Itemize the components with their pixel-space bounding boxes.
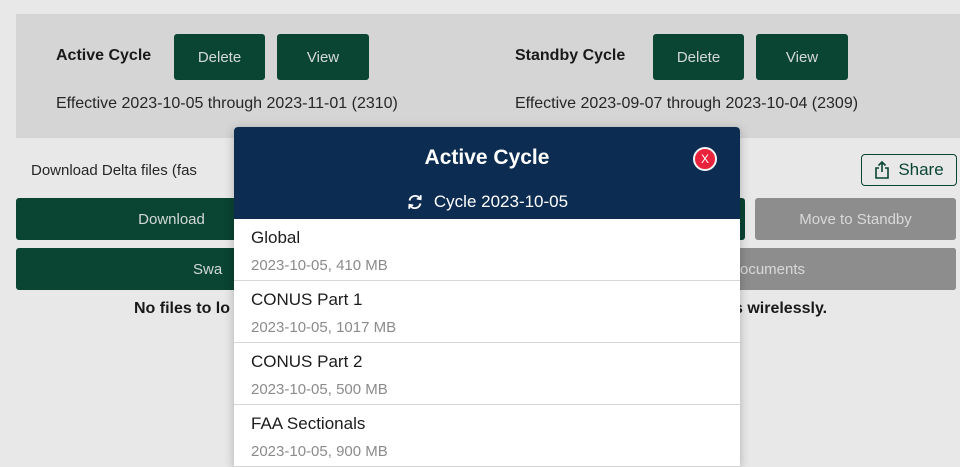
cycles-screen: Active Cycle Delete View Effective 2023-… <box>0 0 960 467</box>
item-title: CONUS Part 2 <box>251 352 363 371</box>
list-item[interactable]: FAA Sectionals 2023-10-05, 900 MB <box>234 405 740 467</box>
cycle-subtitle[interactable]: Cycle 2023-10-05 <box>234 192 740 212</box>
modal-header: Active Cycle X Cycle 2023-10-05 <box>234 127 740 219</box>
list-item[interactable]: CONUS Part 2 2023-10-05, 500 MB <box>234 343 740 405</box>
item-subtitle: 2023-10-05, 1017 MB <box>251 319 397 336</box>
refresh-icon <box>408 195 422 209</box>
item-title: Global <box>251 228 301 247</box>
close-button[interactable]: X <box>693 147 717 171</box>
active-cycle-modal: Active Cycle X Cycle 2023-10-05 Global 2… <box>234 127 740 467</box>
item-subtitle: 2023-10-05, 500 MB <box>251 381 388 398</box>
list-item[interactable]: CONUS Part 1 2023-10-05, 1017 MB <box>234 281 740 343</box>
cycle-subtitle-label: Cycle 2023-10-05 <box>433 192 569 211</box>
item-subtitle: 2023-10-05, 410 MB <box>251 257 388 274</box>
list-item[interactable]: Global 2023-10-05, 410 MB <box>234 219 740 281</box>
item-subtitle: 2023-10-05, 900 MB <box>251 443 388 460</box>
modal-title: Active Cycle <box>424 146 550 169</box>
item-title: FAA Sectionals <box>251 414 366 433</box>
close-icon: X <box>700 152 709 166</box>
item-title: CONUS Part 1 <box>251 290 363 309</box>
